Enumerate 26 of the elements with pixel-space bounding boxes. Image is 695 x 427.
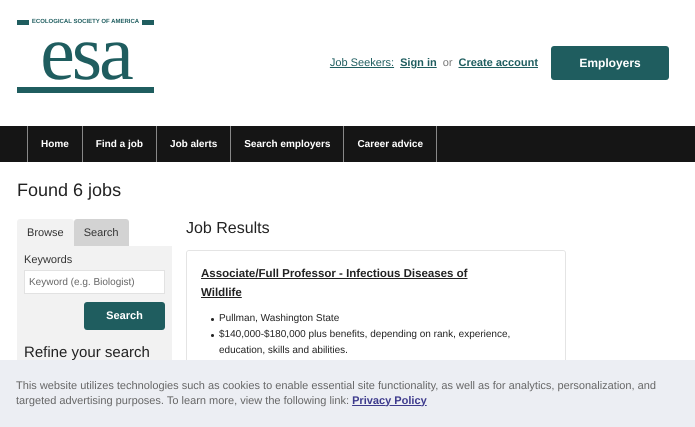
job-title-link[interactable]: Associate/Full Professor - Infectious Diseases of Wildlife <box>201 265 491 303</box>
nav-item[interactable]: Career advice <box>343 126 438 162</box>
logo-wordmark: esa <box>40 25 132 81</box>
refine-title: Refine your search <box>24 344 151 361</box>
bullet-icon <box>211 318 214 321</box>
cookie-text: This website utilizes technologies such as cookies to enable essential site functionality, as well as for analytics, personalization, and targeted advertising purposes. To learn more, view the following link: Privacy Policy <box>16 378 657 408</box>
tab[interactable]: Browse <box>17 219 74 246</box>
job-detail: $140,000-$180,000 plus benefits, depending on rank, experience, education, skills and abilities. <box>219 328 512 358</box>
create-account-link[interactable]: Create account <box>458 57 538 69</box>
or-text: or <box>442 57 453 69</box>
results-title: Job Results <box>186 220 271 238</box>
job-detail: Pullman, Washington State <box>219 312 340 326</box>
employers-button[interactable]: Employers <box>551 46 669 80</box>
nav-item[interactable]: Search employers <box>230 126 344 162</box>
privacy-policy-link[interactable]: Privacy Policy <box>352 394 427 406</box>
tab[interactable]: Search <box>74 219 129 246</box>
bullet-icon <box>211 334 214 337</box>
sign-in-link[interactable]: Sign in <box>400 57 437 69</box>
job-seekers-label[interactable]: Job Seekers: <box>330 57 394 69</box>
keyword-field[interactable]: Keyword (e.g. Biologist) <box>24 270 165 294</box>
keywords-label: Keywords <box>24 254 74 266</box>
nav-item[interactable]: Find a job <box>82 126 156 162</box>
nav-item[interactable]: Home <box>27 126 82 162</box>
search-button[interactable]: Search <box>84 302 165 330</box>
page-heading: Found 6 jobs <box>17 180 122 201</box>
nav-item[interactable]: Job alerts <box>156 126 230 162</box>
